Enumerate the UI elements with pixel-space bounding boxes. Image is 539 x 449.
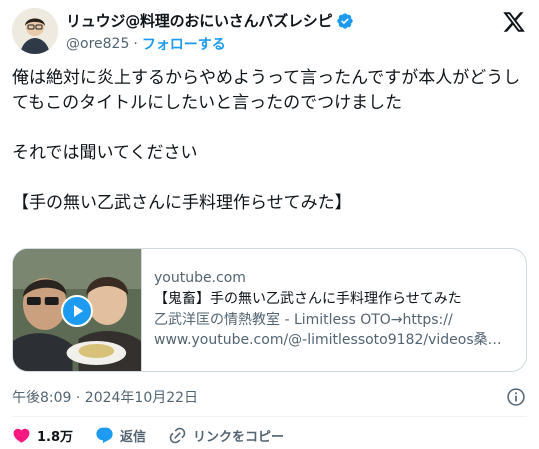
reply-bubble-icon[interactable]	[95, 426, 114, 445]
play-icon[interactable]	[61, 295, 93, 327]
tweet-paragraph: それでは聞いてください	[12, 143, 198, 163]
tweet-paragraph: 【手の無い乙武さんに手料理作らせてみた】	[12, 193, 352, 213]
author-name-row: リュウジ@料理のおにいさんバズレシピ	[66, 10, 354, 31]
card-description: 乙武洋匡の情熱教室 - Limitless OTO→https:// www.y…	[154, 310, 514, 350]
verified-badge-icon	[337, 12, 354, 29]
separator-dot: ·	[133, 36, 138, 52]
tweet-timestamp[interactable]: 午後8:09 · 2024年10月22日	[12, 387, 198, 407]
action-bar: 1.8万 返信 リンクをコピー	[12, 426, 306, 445]
reply-button[interactable]: 返信	[95, 426, 146, 445]
x-logo-icon[interactable]	[502, 10, 526, 34]
info-icon[interactable]	[506, 387, 526, 407]
card-body: youtube.com 【鬼畜】手の無い乙武さんに手料理作らせてみた 乙武洋匡の…	[142, 249, 526, 371]
tweet-paragraph: 俺は絶対に炎上するからやめようって言ったんですが本人がどうしてもこのタイトルにし…	[12, 68, 521, 113]
heart-icon[interactable]	[12, 426, 31, 445]
card-description-line: 乙武洋匡の情熱教室 - Limitless OTO→https://	[154, 312, 453, 328]
timestamp-text[interactable]: 午後8:09 · 2024年10月22日	[12, 387, 198, 407]
author-handle-row: @ore825 · フォローする	[66, 34, 226, 54]
copy-link-button[interactable]: リンクをコピー	[168, 426, 284, 445]
like-button[interactable]: 1.8万	[12, 426, 73, 445]
card-title: 【鬼畜】手の無い乙武さんに手料理作らせてみた	[154, 291, 462, 307]
tweet-text: 俺は絶対に炎上するからやめようって言ったんですが本人がどうしてもこのタイトルにし…	[12, 66, 527, 216]
video-thumbnail[interactable]	[13, 249, 142, 371]
follow-button[interactable]: フォローする	[142, 34, 226, 54]
like-count: 1.8万	[37, 430, 74, 445]
card-domain: youtube.com	[154, 270, 246, 286]
copy-link-label: リンクをコピー	[193, 430, 285, 445]
divider	[12, 416, 527, 417]
author-display-name[interactable]: リュウジ@料理のおにいさんバズレシピ	[66, 10, 333, 31]
author-handle[interactable]: @ore825	[66, 36, 129, 52]
reply-label: 返信	[120, 430, 147, 445]
card-description-line: www.youtube.com/@-limitlessoto9182/video…	[154, 332, 514, 348]
avatar[interactable]	[12, 8, 58, 54]
link-preview-card[interactable]: youtube.com 【鬼畜】手の無い乙武さんに手料理作らせてみた 乙武洋匡の…	[12, 248, 527, 372]
link-icon[interactable]	[168, 426, 187, 445]
